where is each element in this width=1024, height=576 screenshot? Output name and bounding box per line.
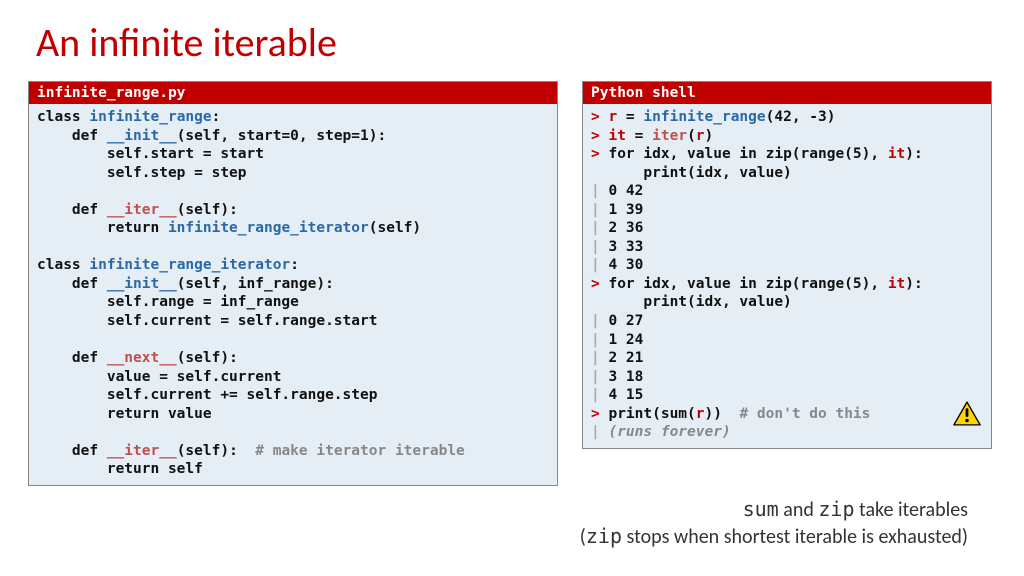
footer-note: sum and zip take iterables (zip stops wh… xyxy=(28,496,996,550)
code-panel-right: Python shell > r = infinite_range(42, -3… xyxy=(582,81,992,449)
footer-sum: sum xyxy=(743,497,779,521)
right-code: > r = infinite_range(42, -3) > it = iter… xyxy=(583,104,991,448)
footer-zip: zip xyxy=(818,497,854,521)
panels-row: infinite_range.py class infinite_range: … xyxy=(28,81,996,486)
code-panel-left: infinite_range.py class infinite_range: … xyxy=(28,81,558,486)
warning-icon xyxy=(953,401,981,426)
left-code: class infinite_range: def __init__(self,… xyxy=(29,104,557,485)
right-panel-header: Python shell xyxy=(583,82,991,104)
page-title: An infinite iterable xyxy=(36,18,996,67)
left-panel-header: infinite_range.py xyxy=(29,82,557,104)
